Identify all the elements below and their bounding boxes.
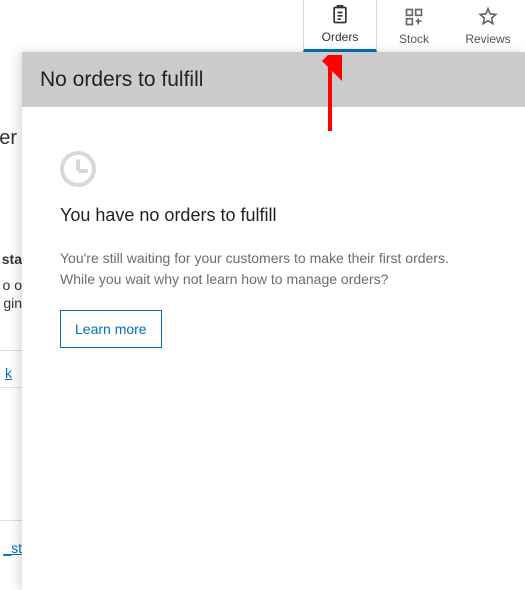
reviews-icon — [478, 7, 498, 30]
panel-header: No orders to fulfill — [22, 52, 525, 107]
background-peek: er sta o o gin k _st — [0, 52, 22, 590]
bg-separator — [0, 350, 22, 351]
clock-icon — [60, 151, 96, 187]
tab-stock[interactable]: Stock — [377, 0, 451, 52]
panel-header-title: No orders to fulfill — [40, 68, 203, 92]
tab-reviews[interactable]: Reviews — [451, 0, 525, 52]
bg-text: gin — [3, 295, 22, 311]
empty-state-description: You're still waiting for your customers … — [60, 248, 480, 290]
bg-text: er — [0, 127, 17, 150]
tab-label: Stock — [399, 32, 429, 46]
bg-separator — [0, 387, 22, 388]
panel-body: You have no orders to fulfill You're sti… — [22, 107, 525, 392]
empty-state-title: You have no orders to fulfill — [60, 205, 487, 226]
bg-link: _st — [3, 540, 22, 556]
bg-text: o o — [3, 277, 22, 293]
tab-label: Reviews — [465, 32, 510, 46]
stock-icon — [404, 7, 424, 30]
tab-label: Orders — [322, 30, 359, 44]
tab-bar: Orders Stock Reviews — [303, 0, 525, 52]
orders-panel: No orders to fulfill You have no orders … — [22, 52, 525, 590]
bg-link: k — [5, 365, 12, 381]
bg-text: sta — [2, 251, 22, 267]
tab-orders[interactable]: Orders — [303, 0, 377, 52]
bg-separator — [0, 520, 22, 521]
orders-icon — [330, 5, 350, 28]
learn-more-button[interactable]: Learn more — [60, 310, 162, 348]
